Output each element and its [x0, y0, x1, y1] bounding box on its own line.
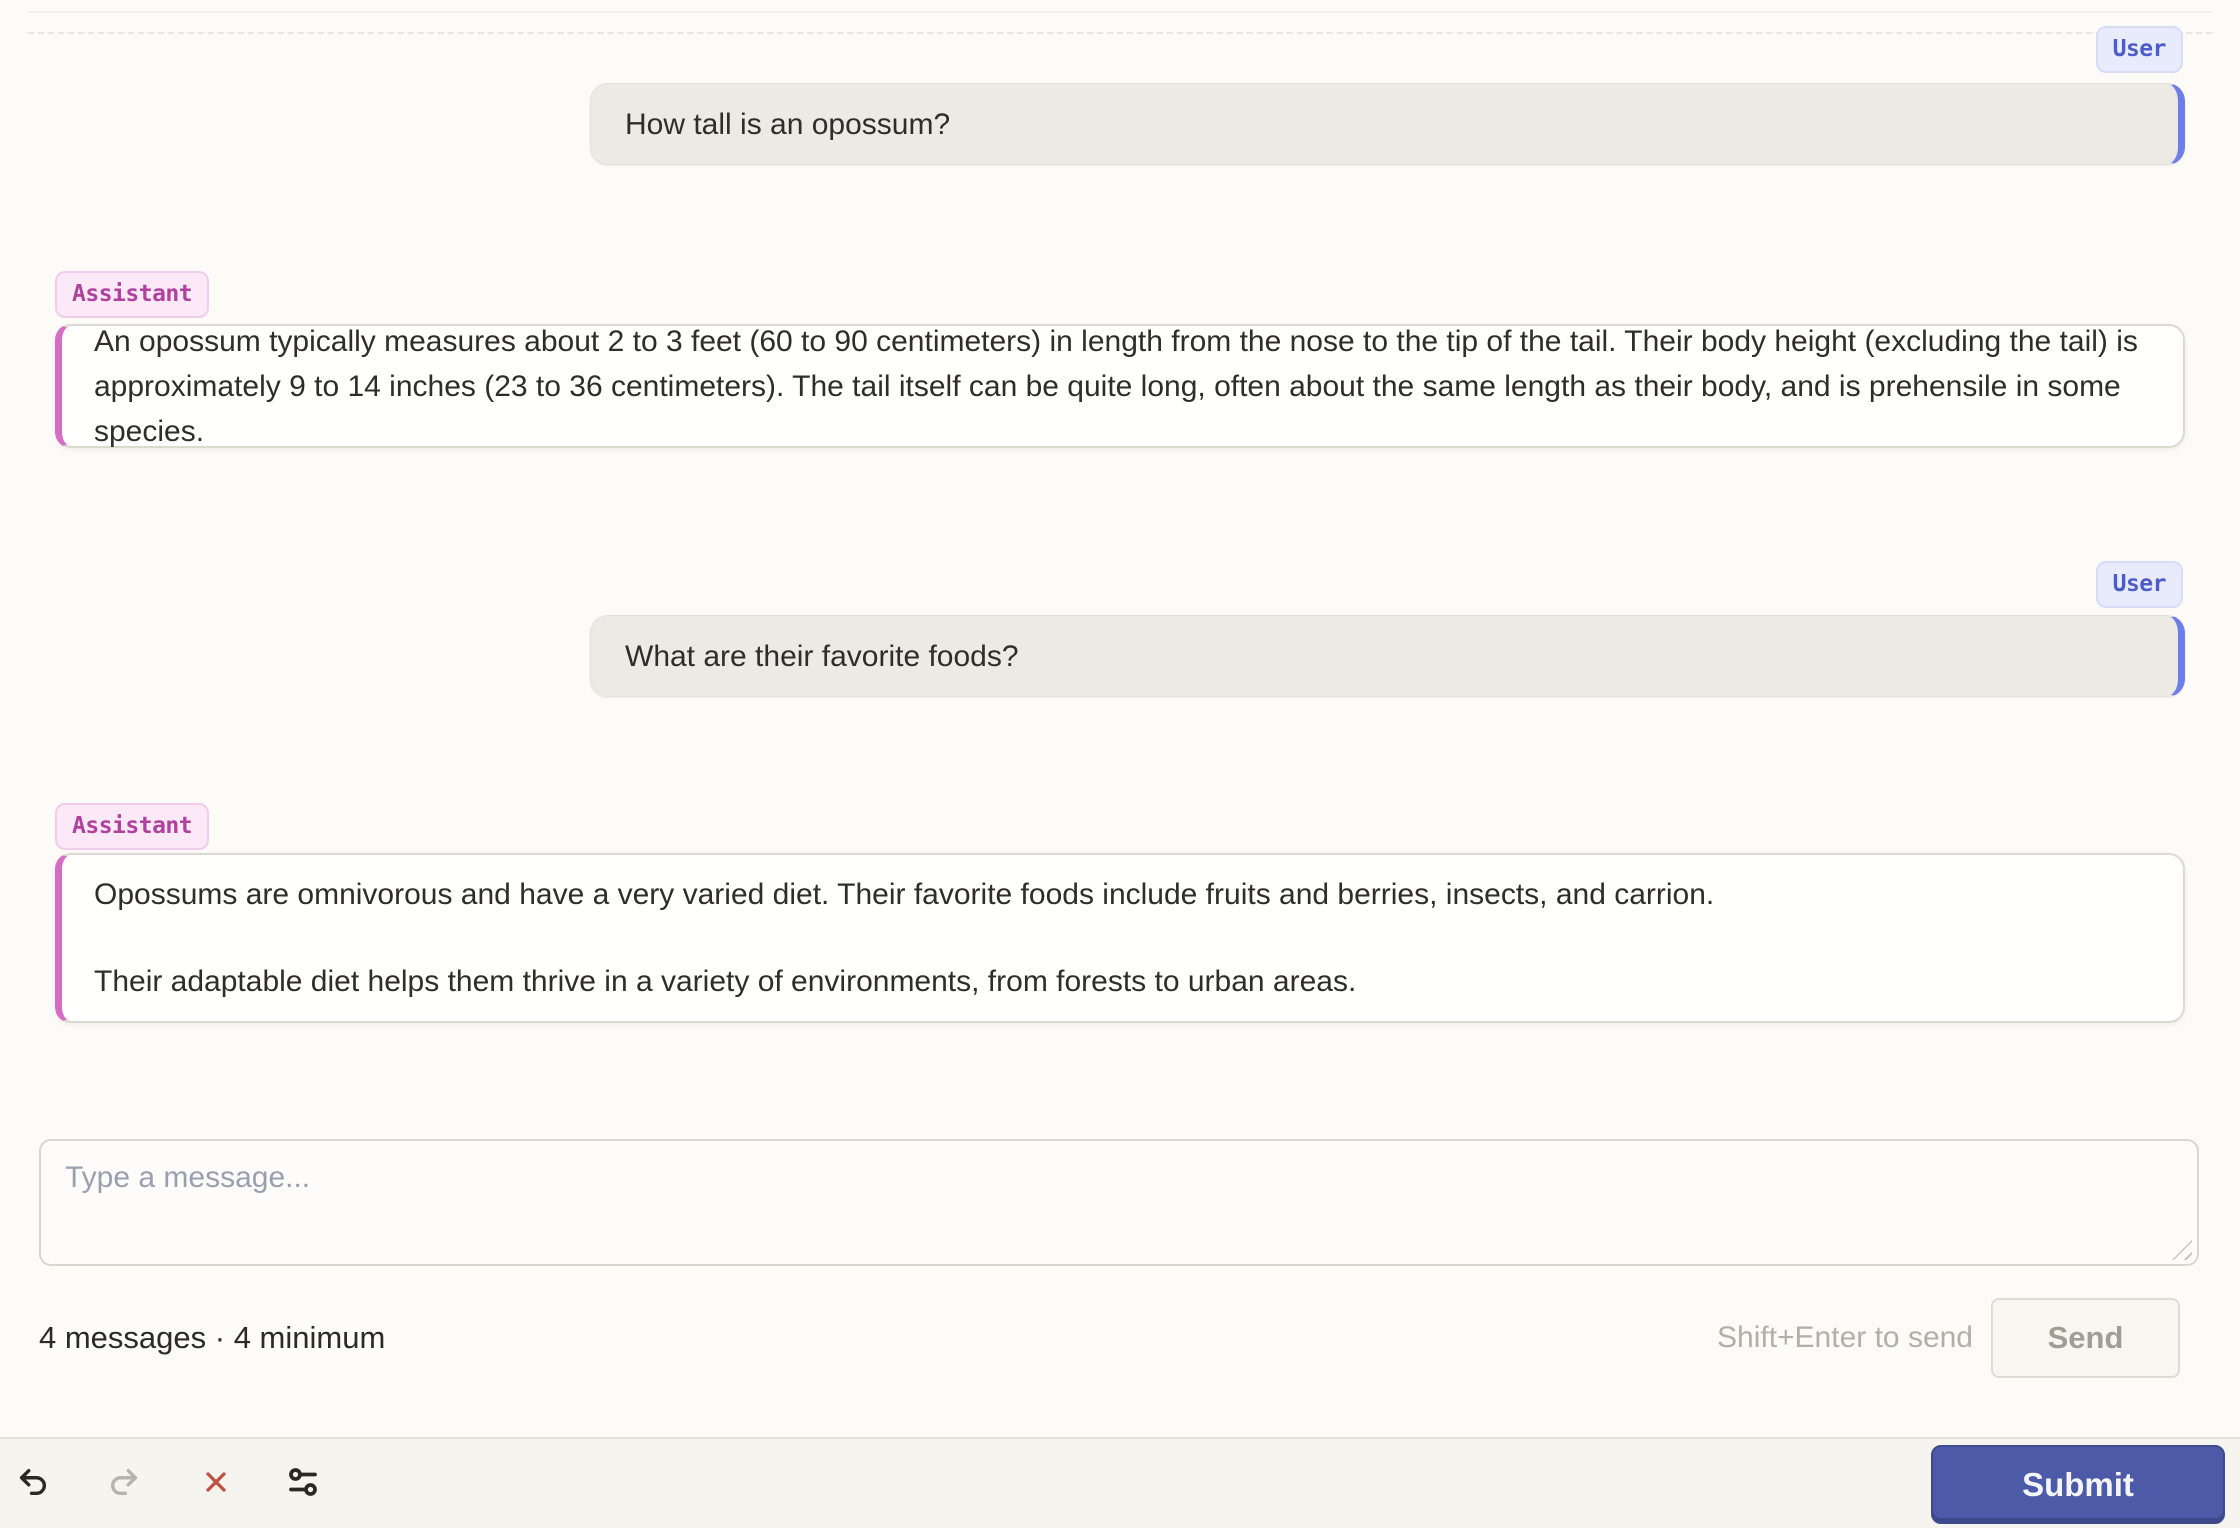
drop-indicator-line: [28, 11, 2212, 13]
role-badge-user: User: [2095, 26, 2183, 73]
message-text: What are their favorite foods?: [625, 639, 1019, 673]
send-button[interactable]: Send: [1991, 1298, 2180, 1378]
message-text: Their adaptable diet helps them thrive i…: [94, 965, 1357, 998]
message-text: How tall is an opossum?: [625, 107, 951, 141]
message-text: Opossums are omnivorous and have a very …: [94, 878, 1715, 911]
drop-indicator-line: [28, 32, 2212, 34]
message-text: An opossum typically measures about 2 to…: [94, 324, 2138, 448]
undo-button[interactable]: [4, 1453, 62, 1511]
assistant-message-bubble[interactable]: Opossums are omnivorous and have a very …: [55, 853, 2185, 1023]
submit-button[interactable]: Submit: [1931, 1445, 2225, 1524]
sliders-icon: [285, 1464, 321, 1500]
role-badge-assistant: Assistant: [55, 803, 210, 850]
close-icon: [200, 1466, 232, 1498]
bottom-toolbar: Submit: [0, 1437, 2240, 1528]
discard-button[interactable]: [187, 1453, 245, 1511]
undo-icon: [16, 1465, 50, 1499]
user-message-bubble[interactable]: What are their favorite foods?: [590, 615, 2185, 697]
message-input[interactable]: [39, 1139, 2199, 1266]
assistant-message-bubble[interactable]: An opossum typically measures about 2 to…: [55, 324, 2185, 448]
send-shortcut-hint: Shift+Enter to send: [1717, 1321, 1973, 1354]
role-badge-assistant: Assistant: [55, 271, 210, 318]
message-count-status: 4 messages · 4 minimum: [39, 1320, 386, 1355]
role-badge-user: User: [2095, 561, 2183, 608]
redo-button[interactable]: [95, 1453, 153, 1511]
user-message-bubble[interactable]: How tall is an opossum?: [590, 83, 2185, 165]
settings-button[interactable]: [274, 1453, 332, 1511]
redo-icon: [107, 1465, 141, 1499]
